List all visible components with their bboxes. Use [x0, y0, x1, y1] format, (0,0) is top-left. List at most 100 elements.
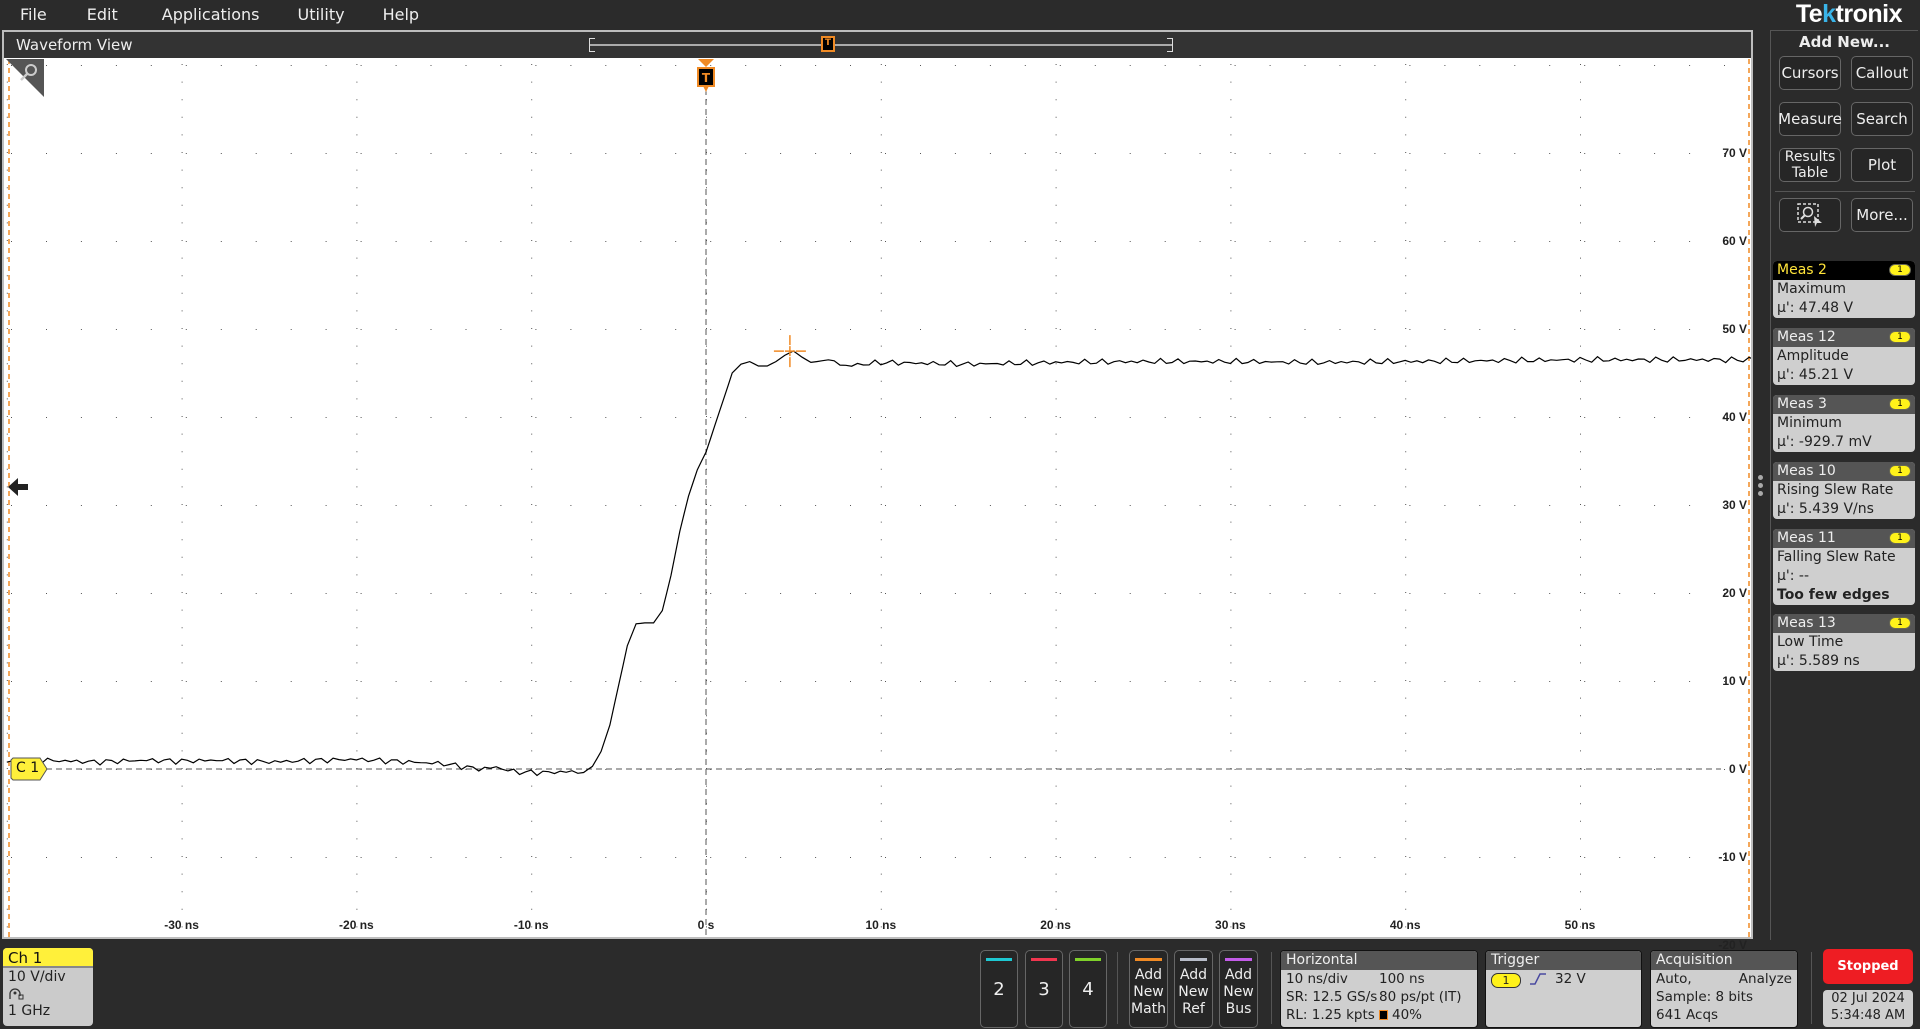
trigger-position-marker[interactable]: T — [696, 59, 716, 93]
menu-edit[interactable]: Edit — [57, 5, 118, 24]
channel1-ground-marker[interactable]: C 1 — [10, 757, 48, 781]
add-bus-button[interactable]: Add New Bus — [1219, 950, 1258, 1028]
channel1-label: Ch 1 — [3, 948, 93, 968]
divider — [1117, 952, 1118, 1024]
measurement-badge[interactable]: Meas 3 1 Minimum µ': -929.7 mV — [1773, 395, 1915, 452]
measurement-note: Too few edges — [1777, 587, 1890, 603]
x-tick-label: 30 ns — [1215, 918, 1246, 932]
zoom-select-icon — [1797, 203, 1822, 227]
measurement-name: Meas 12 1 — [1773, 328, 1915, 347]
measurement-badge[interactable]: Meas 2 1 Maximum µ': 47.48 V — [1773, 261, 1915, 318]
measurement-value: µ': -- — [1777, 568, 1810, 584]
x-tick-label: -10 ns — [513, 918, 549, 932]
horizontal-record-time: 100 ns — [1379, 971, 1425, 987]
date: 02 Jul 2024 — [1831, 991, 1905, 1006]
y-tick-label: 40 V — [1722, 410, 1747, 424]
panel-resize-handle[interactable] — [1758, 475, 1764, 499]
trigger-title: Trigger — [1486, 951, 1641, 970]
measurement-name: Meas 3 1 — [1773, 395, 1915, 414]
x-tick-label: -20 ns — [339, 918, 374, 932]
record-overview[interactable]: T — [589, 36, 1173, 52]
color-bar — [1135, 958, 1162, 961]
x-tick-label: -30 ns — [164, 918, 199, 932]
y-tick-label: 70 V — [1722, 146, 1747, 160]
channel-button-label: 3 — [1038, 978, 1050, 1000]
horizontal-scale: 10 ns/div — [1286, 971, 1348, 987]
date-time[interactable]: 02 Jul 2024 5:34:48 AM — [1823, 990, 1913, 1027]
x-tick-label: 20 ns — [1040, 918, 1071, 932]
channel1-badge[interactable]: Ch 1 10 V/div 1 GHz — [3, 948, 93, 1026]
menu-utility[interactable]: Utility — [270, 5, 345, 24]
waveform-view-title: Waveform View — [16, 36, 133, 54]
measurement-badge[interactable]: Meas 11 1 Falling Slew Rate µ': -- Too few… — [1773, 529, 1915, 605]
horizontal-position: 40% — [1392, 1007, 1423, 1023]
logo-text-accent: k — [1822, 0, 1836, 28]
results-bar: Add New... Cursors Callout Measure Searc… — [1770, 30, 1918, 940]
acquisition-badge[interactable]: Acquisition Auto, Analyze Sample: 8 bits … — [1650, 950, 1798, 1028]
acquisition-title: Acquisition — [1651, 951, 1797, 970]
measurement-type: Maximum — [1777, 281, 1846, 297]
time-per-point: 80 ps/pt (IT) — [1379, 989, 1462, 1005]
color-bar — [1225, 958, 1252, 961]
waveform-plot[interactable]: 70 V 60 V 50 V 40 V 30 V 20 V 10 V 0 V -10 V -20 … — [6, 59, 1751, 952]
y-tick-label: 50 V — [1722, 322, 1747, 336]
channel1-bandwidth: 1 GHz — [8, 1003, 51, 1019]
max-measurement-marker — [773, 335, 806, 368]
trigger-level-arrow-icon[interactable] — [6, 476, 30, 498]
measurement-source-badge: 1 — [1889, 331, 1911, 343]
add-math-button[interactable]: Add New Math — [1129, 950, 1168, 1028]
record-length: RL: 1.25 kpts — [1286, 1007, 1375, 1023]
channel4-button[interactable]: 4 — [1069, 950, 1107, 1028]
measurement-type: Falling Slew Rate — [1777, 549, 1896, 565]
measurement-source-badge: 1 — [1889, 532, 1911, 544]
probe-icon — [3, 986, 93, 1002]
callout-button[interactable]: Callout — [1851, 56, 1913, 90]
y-tick-label: 0 V — [1728, 762, 1747, 776]
horizontal-badge[interactable]: Horizontal 10 ns/div 100 ns SR: 12.5 GS/s… — [1280, 950, 1478, 1028]
channel1-marker-label: C 1 — [16, 760, 40, 776]
measurement-badge[interactable]: Meas 13 1 Low Time µ': 5.589 ns — [1773, 614, 1915, 671]
channel3-button[interactable]: 3 — [1025, 950, 1063, 1028]
measurement-name: Meas 13 1 — [1773, 614, 1915, 633]
measurement-value: µ': 47.48 V — [1777, 300, 1854, 316]
results-table-button[interactable]: Results Table — [1779, 148, 1841, 182]
plot-button[interactable]: Plot — [1851, 148, 1913, 182]
zoom-icon[interactable] — [6, 59, 44, 97]
measurement-name-text: Meas 3 — [1777, 396, 1827, 412]
menu-applications[interactable]: Applications — [128, 5, 260, 24]
grid-dots — [6, 64, 1725, 928]
y-tick-label: 10 V — [1722, 674, 1747, 688]
measurement-value: µ': -929.7 mV — [1777, 434, 1872, 450]
overview-trigger-marker[interactable]: T — [821, 36, 835, 52]
x-tick-label: 0 s — [697, 918, 715, 932]
measurement-badge[interactable]: Meas 10 1 Rising Slew Rate µ': 5.439 V/ns — [1773, 462, 1915, 519]
y-tick-label: 60 V — [1722, 234, 1747, 248]
measurement-name: Meas 2 1 — [1773, 261, 1915, 280]
measurement-value: µ': 5.439 V/ns — [1777, 501, 1874, 517]
trigger-position-icon — [1379, 1010, 1388, 1020]
measure-button[interactable]: Measure — [1778, 102, 1842, 136]
measurement-name: Meas 11 1 — [1773, 529, 1915, 548]
color-bar — [1180, 958, 1207, 961]
add-ref-button[interactable]: Add New Ref — [1174, 950, 1213, 1028]
menu-file[interactable]: File — [0, 5, 47, 24]
measurement-name-text: Meas 13 — [1777, 615, 1836, 631]
search-button[interactable]: Search — [1851, 102, 1913, 136]
run-stop-button[interactable]: Stopped — [1823, 949, 1913, 984]
trigger-level: 32 V — [1555, 971, 1586, 987]
tektronix-logo: Tektronix — [1796, 0, 1903, 29]
rising-edge-icon — [1530, 973, 1546, 985]
sample-rate: SR: 12.5 GS/s — [1286, 989, 1378, 1005]
channel2-button[interactable]: 2 — [980, 950, 1018, 1028]
y-tick-label: 30 V — [1722, 498, 1747, 512]
menu-help[interactable]: Help — [355, 5, 419, 24]
record-overview-line — [589, 44, 1173, 46]
zoom-select-button[interactable] — [1779, 198, 1841, 232]
divider — [1811, 952, 1812, 1024]
measurement-name-text: Meas 2 — [1777, 262, 1827, 278]
measurement-badge[interactable]: Meas 12 1 Amplitude µ': 45.21 V — [1773, 328, 1915, 385]
cursors-button[interactable]: Cursors — [1779, 56, 1841, 90]
measurement-name-text: Meas 11 — [1777, 530, 1836, 546]
more-button[interactable]: More... — [1851, 198, 1913, 232]
trigger-badge[interactable]: Trigger 1 32 V — [1485, 950, 1642, 1028]
